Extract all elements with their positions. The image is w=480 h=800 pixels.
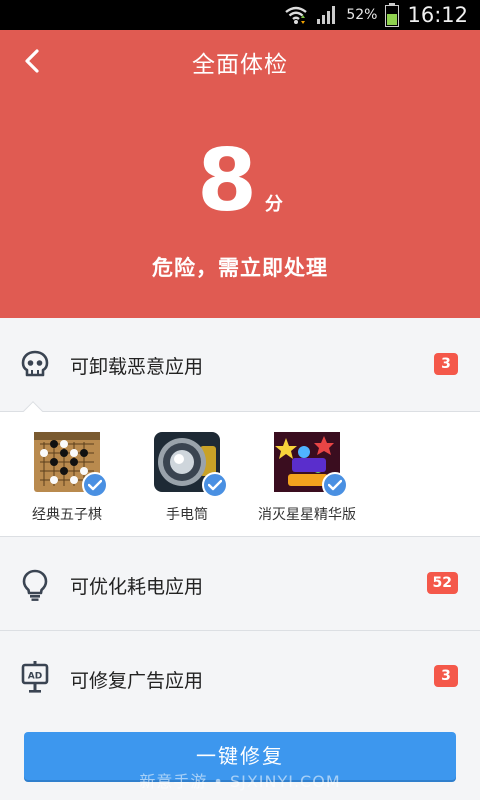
skull-icon xyxy=(20,349,50,379)
ad-apps-row[interactable]: AD 可修复广告应用 3 xyxy=(0,631,480,722)
wifi-icon xyxy=(284,4,308,26)
ad-icon: AD xyxy=(20,661,50,693)
check-icon[interactable] xyxy=(322,472,348,498)
score-unit: 分 xyxy=(264,194,283,215)
score-header: 全面体检 8分 危险，需立即处理 xyxy=(0,30,480,318)
check-icon[interactable] xyxy=(82,472,108,498)
svg-text:AD: AD xyxy=(28,672,42,682)
ad-count-badge: 3 xyxy=(434,665,458,687)
popstar-app-icon xyxy=(274,432,348,498)
malicious-apps-row[interactable]: 可卸载恶意应用 3 xyxy=(0,318,480,411)
bottom-action-bar: 一键修复 新意手游 • SJXINYI.COM xyxy=(0,722,480,800)
malicious-count-badge: 3 xyxy=(434,353,458,375)
power-count-badge: 52 xyxy=(426,572,458,594)
battery-icon xyxy=(385,3,400,27)
malicious-apps-label: 可卸载恶意应用 xyxy=(70,356,204,378)
lightbulb-icon xyxy=(20,569,50,601)
flashlight-app-icon xyxy=(154,432,228,498)
score-display: 8分 xyxy=(0,138,480,224)
battery-percent: 52% xyxy=(346,7,378,23)
app-item-flashlight[interactable]: 手电筒 xyxy=(117,432,257,524)
check-icon[interactable] xyxy=(202,472,228,498)
app-name: 手电筒 xyxy=(166,507,208,523)
app-name: 消灭星星精华版 xyxy=(258,507,356,523)
clock: 16:12 xyxy=(407,3,468,27)
ad-apps-label: 可修复广告应用 xyxy=(70,670,204,692)
signal-icon xyxy=(316,5,338,25)
watermark: 新意手游 • SJXINYI.COM xyxy=(139,772,341,791)
power-apps-label: 可优化耗电应用 xyxy=(70,576,204,598)
gomoku-app-icon xyxy=(34,432,108,498)
page-title: 全面体检 xyxy=(192,52,288,78)
malicious-apps-list: 经典五子棋 手电筒 消灭星星精华版 xyxy=(0,401,480,537)
risk-status: 危险，需立即处理 xyxy=(152,256,328,280)
score-value: 8 xyxy=(197,131,257,231)
power-apps-row[interactable]: 可优化耗电应用 52 xyxy=(0,537,480,631)
status-bar: 52% 16:12 xyxy=(0,0,480,30)
app-item-popstar[interactable]: 消灭星星精华版 xyxy=(237,432,377,524)
